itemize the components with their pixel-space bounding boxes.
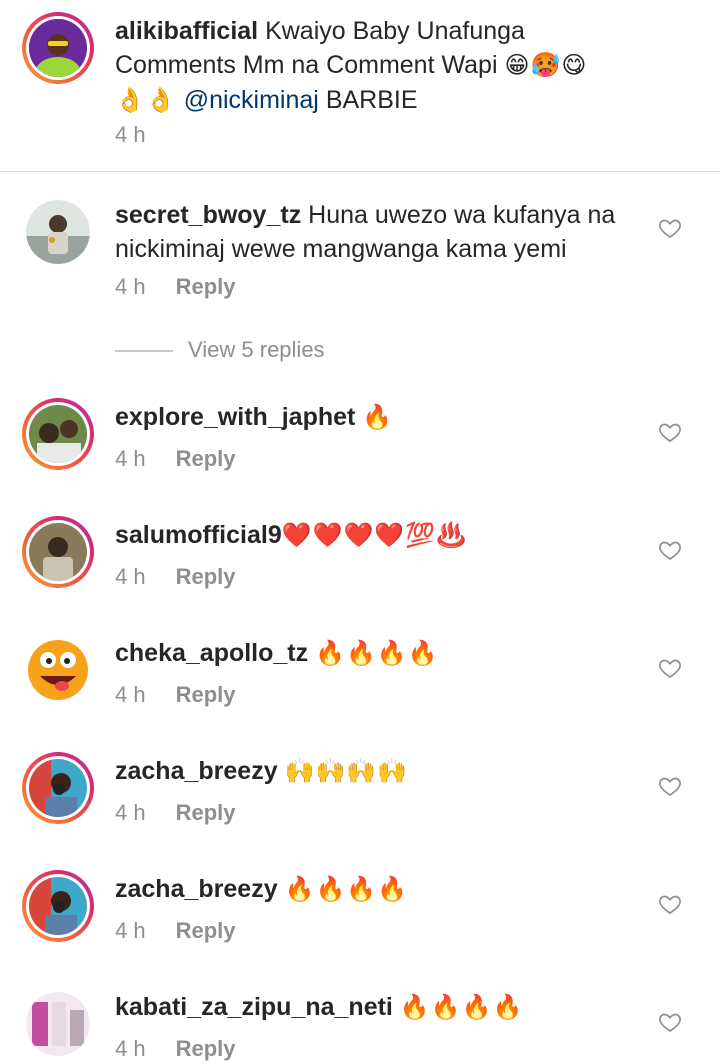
caption-divider [0,171,720,172]
comment-emojis: 🔥🔥🔥🔥 [399,994,524,1021]
comment-meta: 4 h Reply [115,446,236,472]
reply-button[interactable]: Reply [176,918,236,943]
comment-meta: 4 h Reply [115,1036,236,1062]
reply-button[interactable]: Reply [176,274,236,299]
comment-body-line1: Huna uwezo wa kufanya na [308,201,616,229]
mention-link[interactable]: @nickiminaj [184,86,319,114]
comment-avatar[interactable] [22,752,94,824]
caption-username[interactable]: alikibafficial [115,17,258,45]
comment-avatar[interactable] [22,516,94,588]
comment-text: secret_bwoy_tz Huna uwezo wa kufanya na … [115,198,655,266]
comment-username[interactable]: zacha_breezy [115,757,278,785]
reply-button[interactable]: Reply [176,1036,236,1061]
comment-username[interactable]: salumofficial9 [115,521,282,549]
comment-meta: 4 h Reply [115,918,236,944]
comment-text: explore_with_japhet 🔥 [115,400,655,435]
reply-button[interactable]: Reply [176,800,236,825]
caption-line2: Comments Mm na Comment Wapi [115,51,498,79]
comment-timestamp: 4 h [115,1036,146,1061]
comment-meta: 4 h Reply [115,274,236,300]
comment-avatar[interactable] [22,196,94,268]
reply-button[interactable]: Reply [176,446,236,471]
heart-outline-icon[interactable] [658,216,682,240]
caption-text: alikibafficial Kwaiyo Baby Unafunga Comm… [115,14,655,118]
comment-timestamp: 4 h [115,918,146,943]
reply-button[interactable]: Reply [176,682,236,707]
heart-outline-icon[interactable] [658,892,682,916]
comment-username[interactable]: zacha_breezy [115,875,278,903]
comment-avatar[interactable] [22,870,94,942]
caption-line1: Kwaiyo Baby Unafunga [265,17,525,45]
comment-emojis: 🔥🔥🔥🔥 [315,640,439,667]
comment-username[interactable]: kabati_za_zipu_na_neti [115,993,393,1021]
comment-text: zacha_breezy 🙌🙌🙌🙌 [115,754,655,789]
comment-emojis: 🔥🔥🔥🔥 [284,876,409,903]
heart-outline-icon[interactable] [658,420,682,444]
reply-button[interactable]: Reply [176,564,236,589]
comment-timestamp: 4 h [115,446,146,471]
comment-avatar[interactable] [22,634,94,706]
comment-username[interactable]: secret_bwoy_tz [115,201,301,229]
heart-outline-icon[interactable] [658,656,682,680]
comment-meta: 4 h Reply [115,564,236,590]
view-replies-line [115,350,173,352]
post-caption: alikibafficial Kwaiyo Baby Unafunga Comm… [0,0,720,172]
caption-line2-emojis: 😁🥵😋 [504,52,588,79]
heart-outline-icon[interactable] [658,774,682,798]
comment-emojis: 🙌🙌🙌🙌 [284,758,409,785]
heart-outline-icon[interactable] [658,538,682,562]
comment-text: zacha_breezy 🔥🔥🔥🔥 [115,872,655,907]
comment-meta: 4 h Reply [115,682,236,708]
comment-timestamp: 4 h [115,682,146,707]
view-replies-label[interactable]: View 5 replies [188,337,325,363]
comment-text: kabati_za_zipu_na_neti 🔥🔥🔥🔥 [115,990,655,1025]
comment-username[interactable]: cheka_apollo_tz [115,639,308,667]
heart-outline-icon[interactable] [658,1010,682,1034]
comment-emojis: 🔥 [362,404,394,431]
comment-meta: 4 h Reply [115,800,236,826]
comment-text: salumofficial9❤️❤️❤️❤️💯♨️ [115,518,655,553]
caption-avatar[interactable] [22,12,94,84]
comment-avatar[interactable] [22,988,94,1060]
comment-timestamp: 4 h [115,800,146,825]
caption-meta: 4 h [115,122,146,148]
comment-username[interactable]: explore_with_japhet [115,403,355,431]
comment-emojis: ❤️❤️❤️❤️💯♨️ [281,522,468,549]
caption-line3-emojis: 👌👌 [115,87,177,114]
comment-text: cheka_apollo_tz 🔥🔥🔥🔥 [115,636,655,671]
comment-avatar[interactable] [22,398,94,470]
comment-body-line2: nickiminaj wewe mangwanga kama yemi [115,235,567,263]
comment-timestamp: 4 h [115,274,146,299]
caption-timestamp: 4 h [115,122,146,147]
comment-timestamp: 4 h [115,564,146,589]
caption-end: BARBIE [325,86,418,114]
